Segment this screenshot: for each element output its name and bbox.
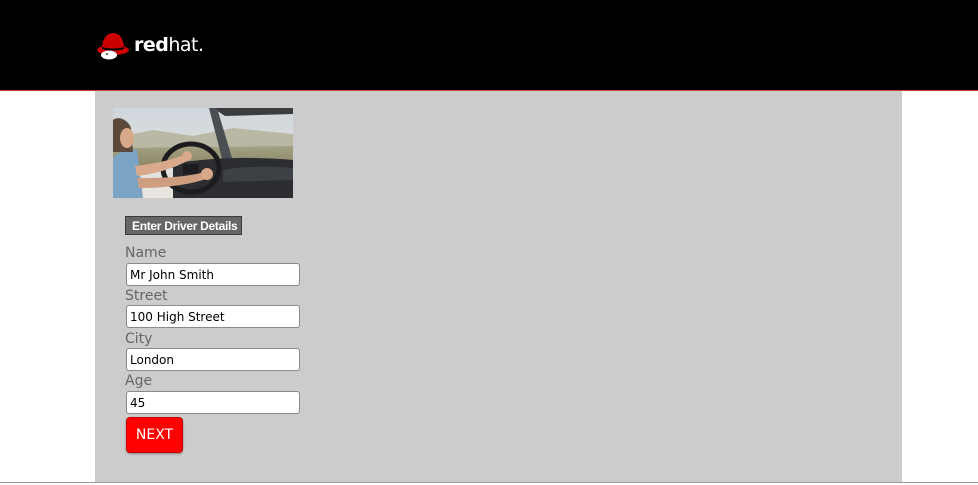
redhat-shadowman-icon [97,33,129,60]
header-bar: redhat. [0,0,978,91]
next-button[interactable]: NEXT [126,417,183,453]
footer-divider [0,482,978,483]
street-field[interactable] [126,305,300,328]
name-field[interactable] [126,263,300,286]
street-label: Street [125,288,168,304]
redhat-logo[interactable]: redhat. [96,30,204,60]
age-field[interactable] [126,391,300,414]
city-field[interactable] [126,348,300,371]
city-label: City [125,331,153,347]
driver-photo [113,108,293,198]
name-label: Name [125,245,167,261]
logo-wordmark: redhat. [134,34,204,56]
age-label: Age [125,373,153,389]
form-heading: Enter Driver Details [125,216,243,235]
content-panel: Enter Driver Details Name Street City Ag… [95,91,902,482]
